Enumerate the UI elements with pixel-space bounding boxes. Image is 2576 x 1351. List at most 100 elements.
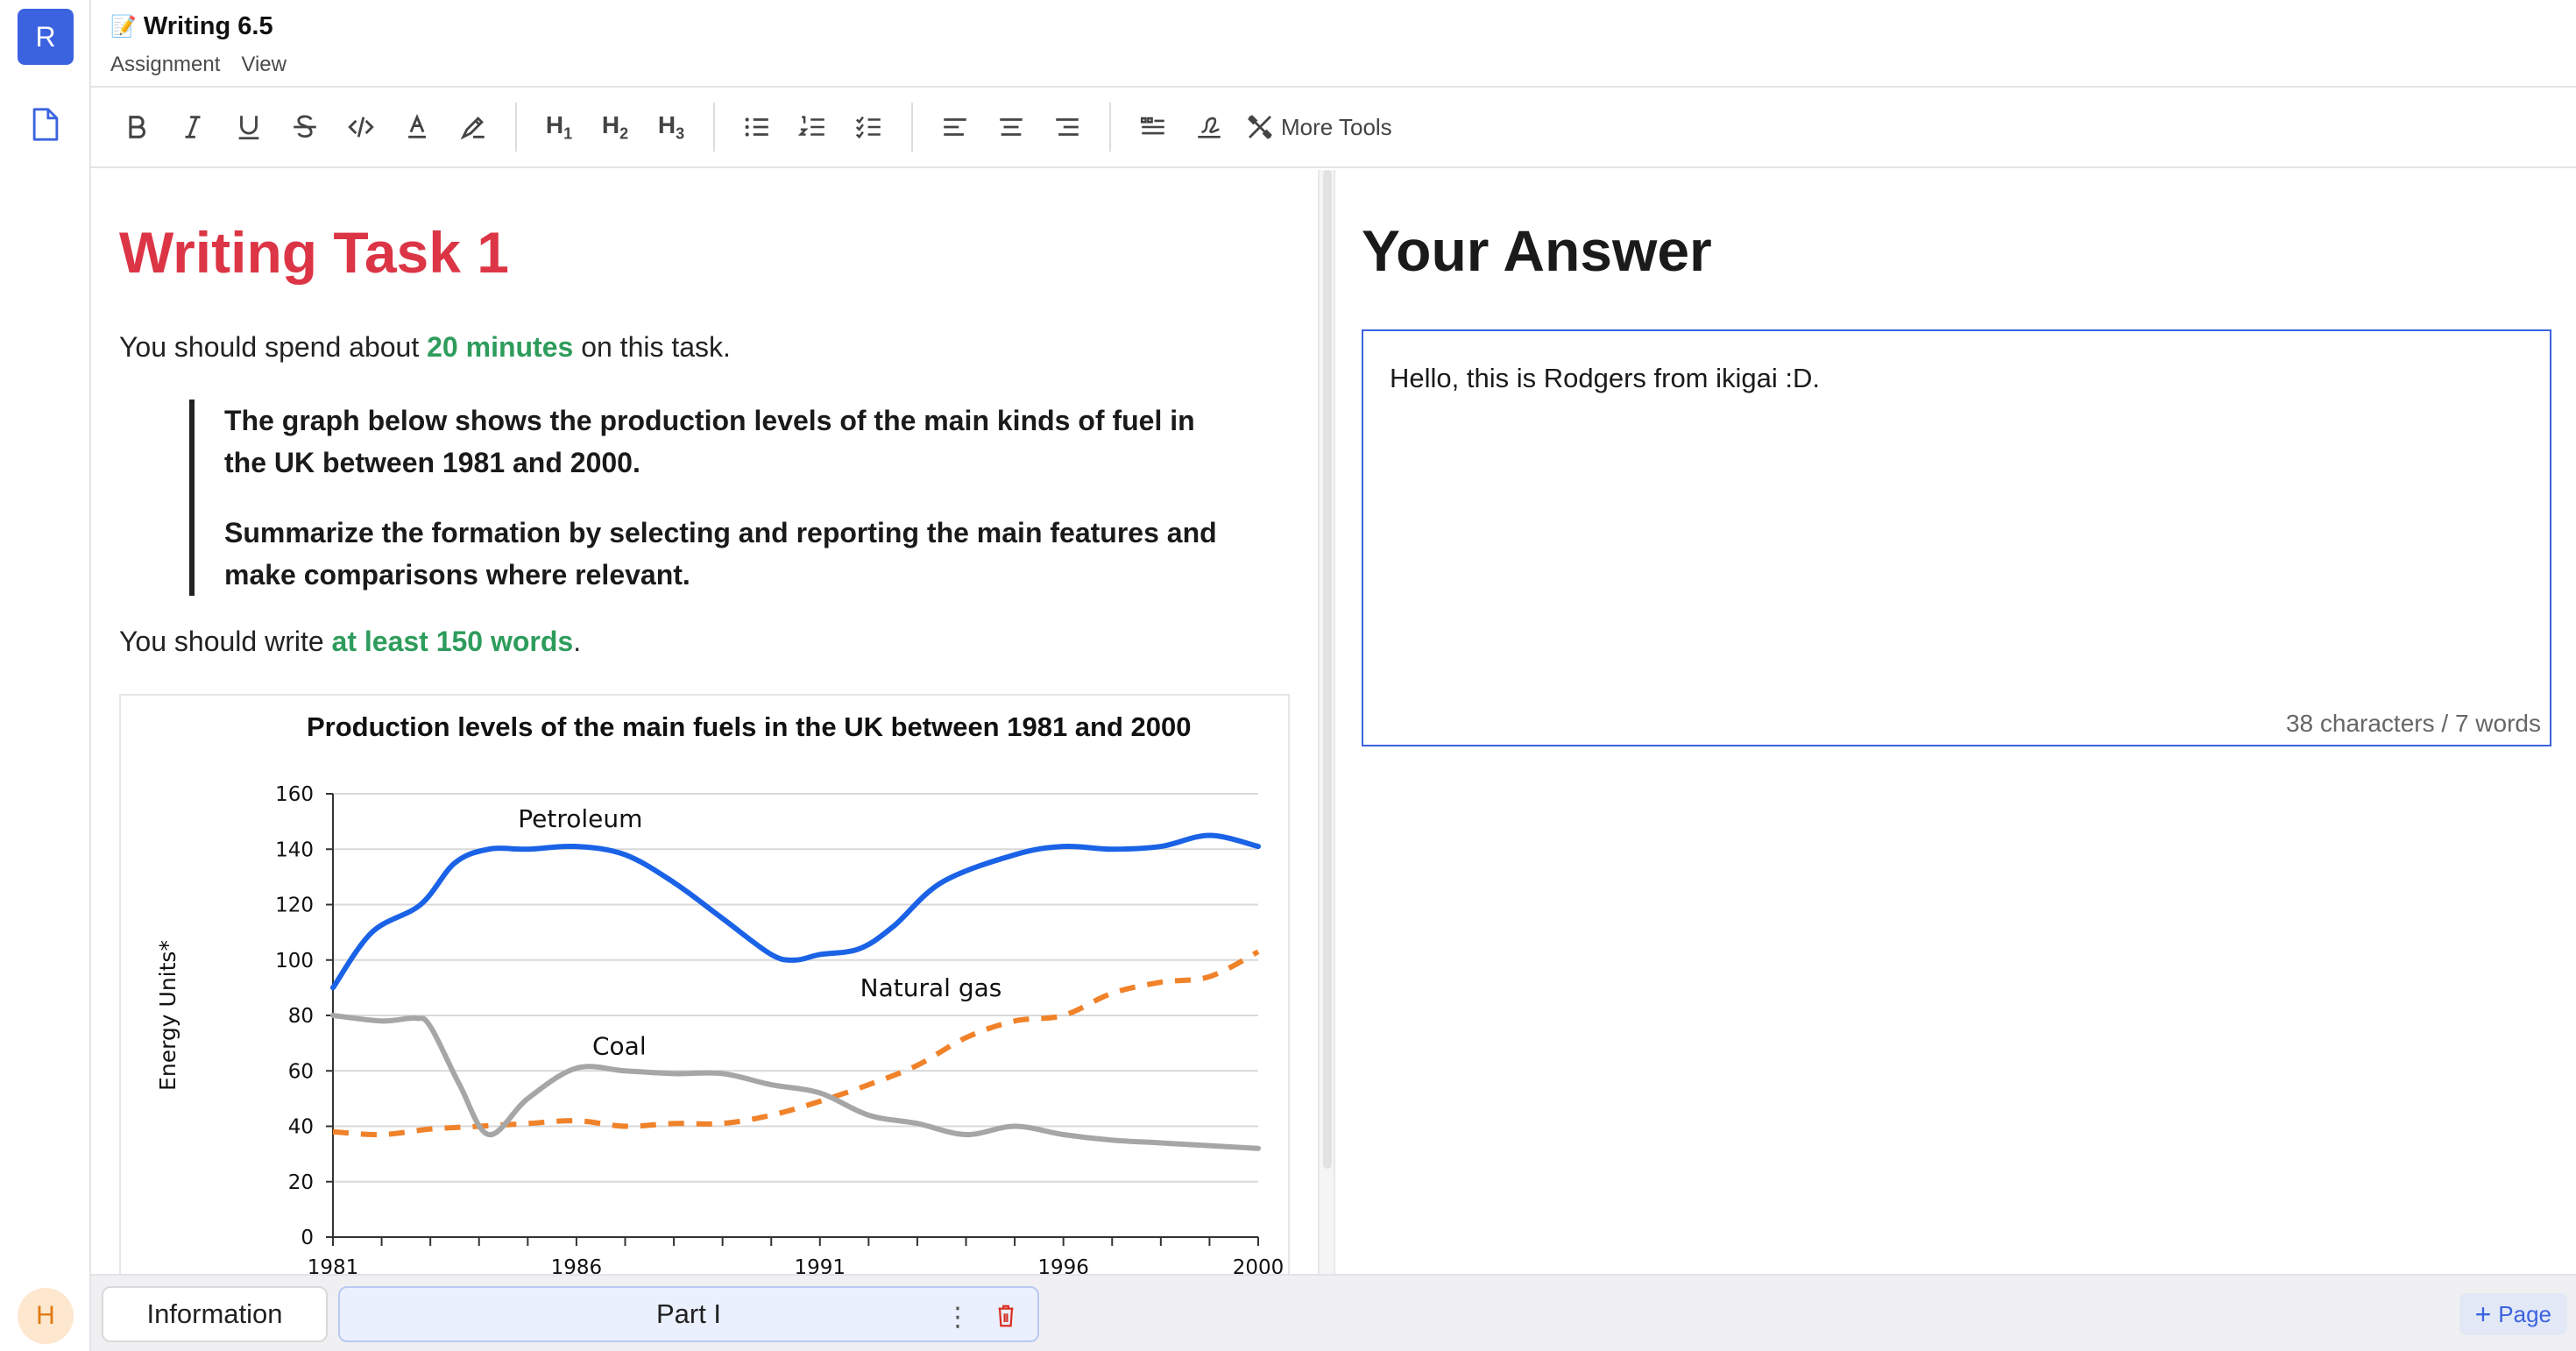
- heading-1-level: 1: [563, 124, 573, 143]
- x-tick-label: 2000: [1233, 1256, 1284, 1274]
- y-tick-label: 20: [288, 1171, 314, 1194]
- add-page-button[interactable]: + Page: [2459, 1293, 2567, 1335]
- pane-splitter[interactable]: [1318, 170, 1335, 1274]
- menu-view[interactable]: View: [241, 53, 287, 77]
- memo-icon: 📝: [110, 15, 137, 39]
- highlight-button[interactable]: [445, 99, 501, 155]
- x-tick-label: 1996: [1037, 1256, 1089, 1274]
- x-tick-label: 1991: [795, 1256, 846, 1274]
- text-color-icon: [408, 113, 426, 138]
- tools-icon: [1248, 115, 1272, 139]
- checklist-button[interactable]: [841, 99, 897, 155]
- heading-2-level: 2: [619, 124, 629, 143]
- answer-textarea[interactable]: Hello, this is Rodgers from ikigai :D. 3…: [1362, 329, 2551, 746]
- prompt-paragraph-2: Summarize the formation by selecting and…: [224, 517, 1217, 591]
- align-right-button[interactable]: [1039, 99, 1095, 155]
- plus-icon: +: [2474, 1298, 2492, 1330]
- x-tick-label: 1986: [551, 1256, 603, 1274]
- italic-button[interactable]: [165, 99, 221, 155]
- y-tick-label: 60: [288, 1060, 314, 1083]
- left-rail: R H: [0, 0, 91, 1351]
- more-options-icon[interactable]: ⋮: [945, 1302, 971, 1333]
- y-tick-label: 140: [275, 838, 314, 861]
- align-right-icon: [1056, 118, 1079, 136]
- series-line-petroleum: [330, 832, 1261, 991]
- toolbar-divider: [1109, 103, 1111, 152]
- time-pre: You should spend about: [119, 331, 428, 363]
- bold-button[interactable]: [109, 99, 165, 155]
- tab-information[interactable]: Information: [102, 1286, 328, 1342]
- more-tools-button[interactable]: More Tools: [1244, 111, 1392, 143]
- tab-part-i[interactable]: Part I ⋮: [338, 1286, 1039, 1342]
- bullet-list-button[interactable]: [729, 99, 785, 155]
- answer-title: Your Answer: [1362, 218, 1712, 283]
- signature-icon: [1198, 117, 1221, 138]
- line-chart: 0 20 40 60 80 100 120 140 160 1981 1986 1991 1996 200…: [155, 783, 1284, 1274]
- menu-assignment[interactable]: Assignment: [110, 53, 220, 77]
- trash-icon[interactable]: [995, 1304, 1016, 1328]
- underline-button[interactable]: [221, 99, 277, 155]
- y-axis-label: Energy Units*: [155, 940, 180, 1091]
- y-tick-label: 80: [288, 1005, 314, 1028]
- quote-icon: [1140, 117, 1164, 135]
- add-page-label: Page: [2498, 1300, 2551, 1327]
- task-title: Writing Task 1: [119, 220, 509, 285]
- heading-1-label: H: [545, 110, 564, 138]
- answer-pane: Your Answer Hello, this is Rodgers from …: [1335, 170, 2576, 1274]
- tab-part-i-label: Part I: [655, 1298, 722, 1329]
- chart-container: Production levels of the main fuels in t…: [119, 694, 1290, 1274]
- italic-icon: [185, 116, 201, 138]
- align-left-button[interactable]: [927, 99, 983, 155]
- tab-information-label: Information: [146, 1298, 283, 1329]
- heading-2-button[interactable]: H2: [587, 99, 643, 155]
- document-icon[interactable]: [30, 107, 61, 142]
- words-post: .: [573, 626, 582, 657]
- checklist-icon: [855, 116, 881, 139]
- numbered-list-icon: [798, 116, 824, 136]
- time-instruction: You should spend about 20 minutes on thi…: [119, 331, 731, 364]
- series-label-petroleum: Petroleum: [518, 804, 642, 833]
- series-line-coal: [330, 1013, 1261, 1151]
- scrollbar-thumb[interactable]: [1323, 170, 1332, 1169]
- words-pre: You should write: [119, 626, 332, 657]
- toolbar-divider: [515, 103, 517, 152]
- strikethrough-icon: [294, 115, 316, 138]
- y-tick-label: 120: [275, 895, 314, 917]
- menu-bar: Assignment View: [110, 53, 287, 77]
- heading-3-level: 3: [676, 124, 685, 143]
- words-value: at least 150 words: [331, 626, 574, 657]
- task-pane: Writing Task 1 You should spend about 20…: [91, 170, 1318, 1274]
- page-tabs-bar: Information Part I ⋮ + Page: [91, 1274, 2576, 1351]
- y-tick-label: 100: [275, 950, 314, 973]
- x-tick-label: 1981: [308, 1256, 359, 1274]
- user-avatar[interactable]: H: [18, 1288, 74, 1344]
- answer-text[interactable]: Hello, this is Rodgers from ikigai :D.: [1390, 363, 1820, 394]
- code-icon: [348, 117, 374, 138]
- strikethrough-button[interactable]: [277, 99, 333, 155]
- text-color-button[interactable]: [389, 99, 445, 155]
- bullet-list-icon: [745, 117, 768, 137]
- document-title-text: Writing 6.5: [143, 12, 273, 40]
- app-logo[interactable]: R: [18, 9, 74, 65]
- heading-1-button[interactable]: H1: [531, 99, 587, 155]
- heading-3-label: H: [657, 110, 676, 138]
- align-left-icon: [944, 118, 966, 136]
- answer-counter: 38 characters / 7 words: [2285, 710, 2541, 737]
- blockquote-button[interactable]: [1125, 99, 1181, 155]
- bold-icon: [129, 116, 145, 138]
- series-label-natural-gas: Natural gas: [860, 973, 1002, 1002]
- highlighter-icon: [460, 117, 485, 140]
- signature-button[interactable]: [1181, 99, 1237, 155]
- align-center-button[interactable]: [983, 99, 1039, 155]
- align-center-icon: [1000, 118, 1023, 136]
- time-post: on this task.: [573, 331, 731, 363]
- header: 📝 Writing 6.5 Assignment View: [91, 0, 2576, 88]
- heading-2-label: H: [601, 110, 620, 138]
- y-tick-label: 40: [288, 1116, 314, 1139]
- prompt-paragraph-1: The graph below shows the production lev…: [224, 405, 1195, 478]
- numbered-list-button[interactable]: [785, 99, 841, 155]
- code-button[interactable]: [333, 99, 389, 155]
- heading-3-button[interactable]: H3: [643, 99, 699, 155]
- toolbar-divider: [911, 103, 913, 152]
- series-label-coal: Coal: [592, 1031, 647, 1060]
